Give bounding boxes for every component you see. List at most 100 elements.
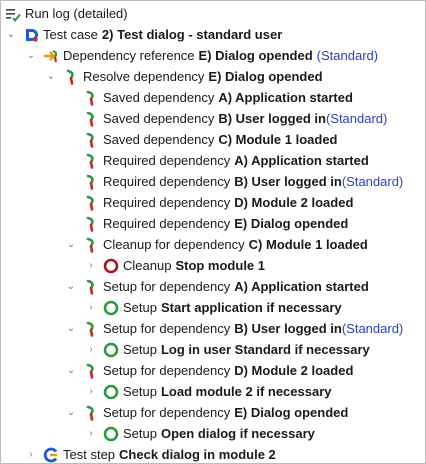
expand-chevron-icon[interactable]: › xyxy=(85,344,97,356)
tree-node-setup-dependency[interactable]: ⌄ Setup for dependency A) Application st… xyxy=(65,276,425,297)
expand-chevron-icon[interactable]: › xyxy=(85,260,97,272)
required-prefix: Required dependency xyxy=(103,153,231,168)
saved-name: B) User logged in xyxy=(218,111,326,126)
tree-node-test-step[interactable]: › Test step Check dialog in module 2 xyxy=(25,444,425,463)
setup-step-name: Log in user Standard if necessary xyxy=(160,342,370,357)
expand-chevron-icon[interactable]: › xyxy=(25,449,37,461)
collapse-chevron-icon[interactable]: ⌄ xyxy=(65,323,77,335)
required-name: E) Dialog opended xyxy=(234,216,349,231)
saved-prefix: Saved dependency xyxy=(103,111,215,126)
tree-node-setup-dependency[interactable]: ⌄ Setup for dependency E) Dialog opended xyxy=(65,402,425,423)
tree-node-saved-dependency[interactable]: Saved dependency C) Module 1 loaded xyxy=(83,129,425,150)
dependency-icon xyxy=(83,132,99,148)
test-case-icon xyxy=(23,27,39,43)
run-log-icon xyxy=(5,6,21,22)
test-case-prefix: Test case xyxy=(43,27,98,42)
setup-dep-name: E) Dialog opended xyxy=(234,405,349,420)
setup-step-name: Open dialog if necessary xyxy=(160,426,315,441)
root-label: Run log (detailed) xyxy=(25,6,128,21)
resolve-name: E) Dialog opended xyxy=(208,69,323,84)
required-prefix: Required dependency xyxy=(103,195,231,210)
dependency-icon xyxy=(83,216,99,232)
test-step-icon xyxy=(43,447,59,463)
tree-node-required-dependency[interactable]: Required dependency E) Dialog opended xyxy=(83,213,425,234)
cleanup-circle-icon xyxy=(103,258,119,274)
saved-prefix: Saved dependency xyxy=(103,90,215,105)
required-name: A) Application started xyxy=(234,153,369,168)
tree-node-setup-step[interactable]: › Setup Log in user Standard if necessar… xyxy=(85,339,425,360)
run-log-tree: Run log (detailed) ⌄ Test case 2) Test d… xyxy=(0,0,426,464)
tree-node-dependency-reference[interactable]: ⌄ Dependency reference E) Dialog opended… xyxy=(25,45,425,66)
collapse-chevron-icon[interactable]: ⌄ xyxy=(25,50,37,62)
expand-chevron-icon[interactable]: › xyxy=(85,428,97,440)
collapse-chevron-icon[interactable]: ⌄ xyxy=(5,29,17,41)
setup-dep-tag: (Standard) xyxy=(341,321,404,336)
test-case-name: 2) Test dialog - standard user xyxy=(101,27,283,42)
tree-node-setup-step[interactable]: › Setup Load module 2 if necessary xyxy=(85,381,425,402)
setup-dep-name: A) Application started xyxy=(234,279,369,294)
cleanup-step-prefix: Cleanup xyxy=(123,258,172,273)
depref-tag: (Standard) xyxy=(316,48,379,63)
expand-chevron-icon[interactable]: › xyxy=(85,386,97,398)
tree-node-cleanup-dependency[interactable]: ⌄ Cleanup for dependency C) Module 1 loa… xyxy=(65,234,425,255)
collapse-chevron-icon[interactable]: ⌄ xyxy=(65,365,77,377)
setup-step-prefix: Setup xyxy=(123,384,157,399)
cleanup-dep-prefix: Cleanup for dependency xyxy=(103,237,245,252)
saved-tag: (Standard) xyxy=(325,111,388,126)
setup-step-prefix: Setup xyxy=(123,342,157,357)
saved-prefix: Saved dependency xyxy=(103,132,215,147)
tree-node-setup-dependency[interactable]: ⌄ Setup for dependency D) Module 2 loade… xyxy=(65,360,425,381)
setup-dep-prefix: Setup for dependency xyxy=(103,363,231,378)
expand-chevron-icon[interactable]: › xyxy=(85,302,97,314)
depref-prefix: Dependency reference xyxy=(63,48,195,63)
tree-node-test-case[interactable]: ⌄ Test case 2) Test dialog - standard us… xyxy=(5,24,425,45)
collapse-chevron-icon[interactable]: ⌄ xyxy=(45,71,57,83)
tree-node-resolve-dependency[interactable]: ⌄ Resolve dependency E) Dialog opended xyxy=(45,66,425,87)
tree-node-saved-dependency[interactable]: Saved dependency A) Application started xyxy=(83,87,425,108)
collapse-chevron-icon[interactable]: ⌄ xyxy=(65,281,77,293)
required-prefix: Required dependency xyxy=(103,216,231,231)
setup-circle-icon xyxy=(103,342,119,358)
setup-dep-prefix: Setup for dependency xyxy=(103,321,231,336)
cleanup-step-name: Stop module 1 xyxy=(175,258,265,273)
tree-node-required-dependency[interactable]: Required dependency A) Application start… xyxy=(83,150,425,171)
tree-node-setup-step[interactable]: › Setup Open dialog if necessary xyxy=(85,423,425,444)
dependency-icon xyxy=(83,321,99,337)
resolve-prefix: Resolve dependency xyxy=(83,69,205,84)
setup-circle-icon xyxy=(103,426,119,442)
collapse-chevron-icon[interactable]: ⌄ xyxy=(65,239,77,251)
setup-step-name: Load module 2 if necessary xyxy=(160,384,332,399)
dependency-reference-icon xyxy=(43,48,59,64)
dependency-icon xyxy=(83,195,99,211)
tree-node-setup-step[interactable]: › Setup Start application if necessary xyxy=(85,297,425,318)
saved-name: C) Module 1 loaded xyxy=(218,132,338,147)
tree-node-root[interactable]: Run log (detailed) xyxy=(5,3,425,24)
setup-step-prefix: Setup xyxy=(123,300,157,315)
test-step-name: Check dialog in module 2 xyxy=(119,447,276,462)
dependency-icon xyxy=(83,174,99,190)
tree-node-required-dependency[interactable]: Required dependency B) User logged in (S… xyxy=(83,171,425,192)
dependency-icon xyxy=(83,279,99,295)
setup-circle-icon xyxy=(103,300,119,316)
required-prefix: Required dependency xyxy=(103,174,231,189)
depref-name: E) Dialog opended xyxy=(198,48,313,63)
setup-step-prefix: Setup xyxy=(123,426,157,441)
setup-dep-name: B) User logged in xyxy=(234,321,342,336)
tree-node-setup-dependency[interactable]: ⌄ Setup for dependency B) User logged in… xyxy=(65,318,425,339)
saved-name: A) Application started xyxy=(218,90,353,105)
setup-step-name: Start application if necessary xyxy=(160,300,342,315)
collapse-chevron-icon[interactable]: ⌄ xyxy=(65,407,77,419)
tree-node-required-dependency[interactable]: Required dependency D) Module 2 loaded xyxy=(83,192,425,213)
required-name: B) User logged in xyxy=(234,174,342,189)
setup-dep-prefix: Setup for dependency xyxy=(103,405,231,420)
test-step-prefix: Test step xyxy=(63,447,116,462)
dependency-icon xyxy=(83,405,99,421)
cleanup-dep-name: C) Module 1 loaded xyxy=(248,237,368,252)
tree-node-saved-dependency[interactable]: Saved dependency B) User logged in (Stan… xyxy=(83,108,425,129)
dependency-icon xyxy=(83,111,99,127)
setup-circle-icon xyxy=(103,384,119,400)
dependency-icon xyxy=(83,237,99,253)
dependency-icon xyxy=(83,363,99,379)
required-name: D) Module 2 loaded xyxy=(234,195,354,210)
tree-node-cleanup-step[interactable]: › Cleanup Stop module 1 xyxy=(85,255,425,276)
